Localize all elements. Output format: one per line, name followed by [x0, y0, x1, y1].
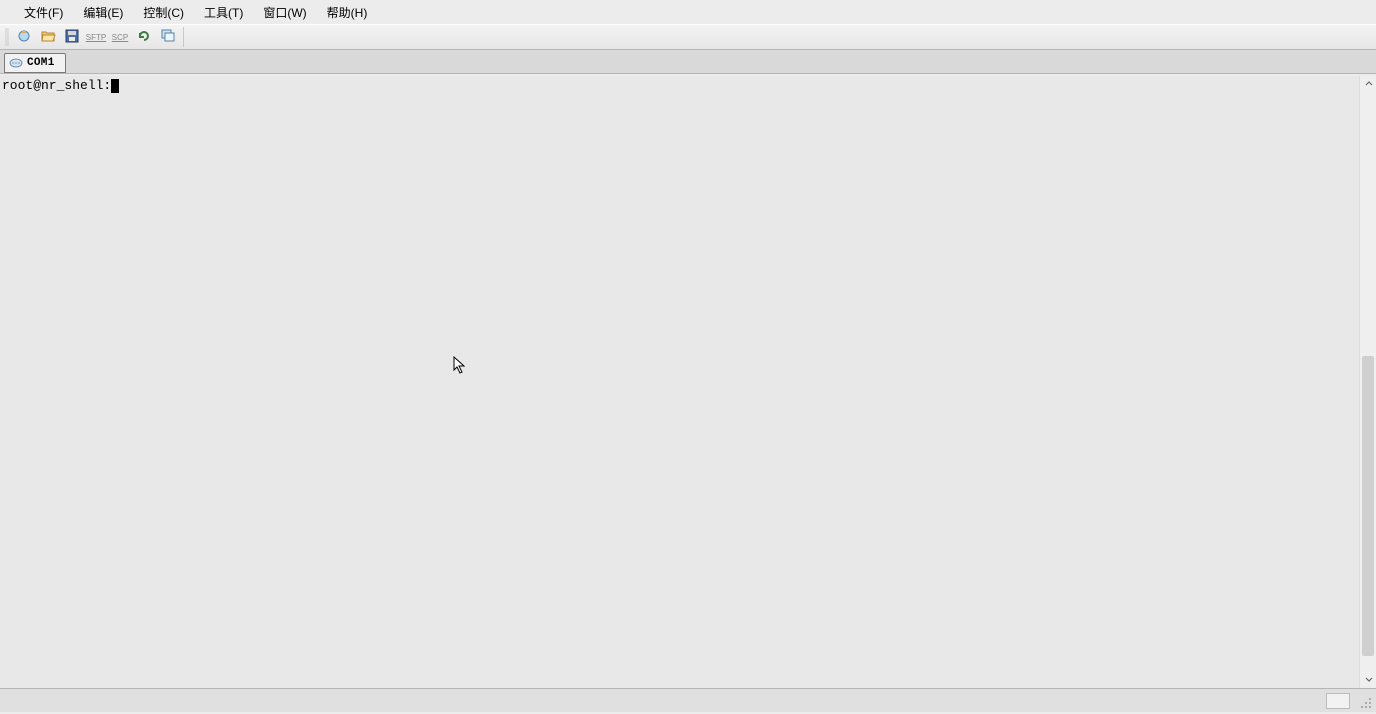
tab-com1[interactable]: COM1	[4, 53, 66, 73]
toolbar: SFTP SCP	[0, 24, 1376, 50]
menu-control[interactable]: 控制(C)	[133, 1, 194, 24]
text-cursor	[111, 79, 119, 93]
scroll-down-button[interactable]	[1360, 671, 1376, 688]
terminal-output: root@nr_shell:	[0, 76, 1376, 96]
menu-tool[interactable]: 工具(T)	[194, 1, 253, 24]
serial-port-icon	[9, 56, 23, 70]
menu-help[interactable]: 帮助(H)	[317, 1, 378, 24]
scroll-up-button[interactable]	[1360, 76, 1376, 93]
status-bar	[0, 688, 1376, 712]
chevron-up-icon	[1365, 80, 1373, 90]
cascade-windows-button[interactable]	[157, 26, 179, 48]
terminal-area[interactable]: root@nr_shell:	[0, 76, 1376, 688]
toolbar-grip	[5, 28, 9, 46]
chevron-down-icon	[1365, 675, 1373, 685]
new-connection-button[interactable]	[13, 26, 35, 48]
scp-button[interactable]: SCP	[109, 29, 131, 45]
windows-icon	[160, 28, 176, 47]
refresh-icon	[136, 28, 152, 47]
open-button[interactable]	[37, 26, 59, 48]
prompt-text: root@nr_shell:	[2, 78, 111, 93]
save-button[interactable]	[61, 26, 83, 48]
menu-window[interactable]: 窗口(W)	[253, 1, 316, 24]
folder-open-icon	[40, 28, 56, 47]
sftp-button[interactable]: SFTP	[85, 29, 107, 45]
toolbar-separator	[183, 27, 184, 47]
tab-bar: COM1	[0, 50, 1376, 74]
menu-bar: 文件(F) 编辑(E) 控制(C) 工具(T) 窗口(W) 帮助(H)	[0, 0, 1376, 24]
status-well	[1326, 693, 1350, 709]
scroll-thumb[interactable]	[1362, 356, 1374, 656]
resize-grip[interactable]	[1354, 691, 1374, 711]
refresh-button[interactable]	[133, 26, 155, 48]
tab-label: COM1	[27, 57, 55, 69]
floppy-disk-icon	[64, 28, 80, 47]
vertical-scrollbar[interactable]	[1359, 76, 1376, 688]
plug-icon	[16, 28, 32, 47]
grip-icon	[1354, 691, 1374, 711]
menu-file[interactable]: 文件(F)	[14, 1, 73, 24]
menu-edit[interactable]: 编辑(E)	[73, 1, 133, 24]
